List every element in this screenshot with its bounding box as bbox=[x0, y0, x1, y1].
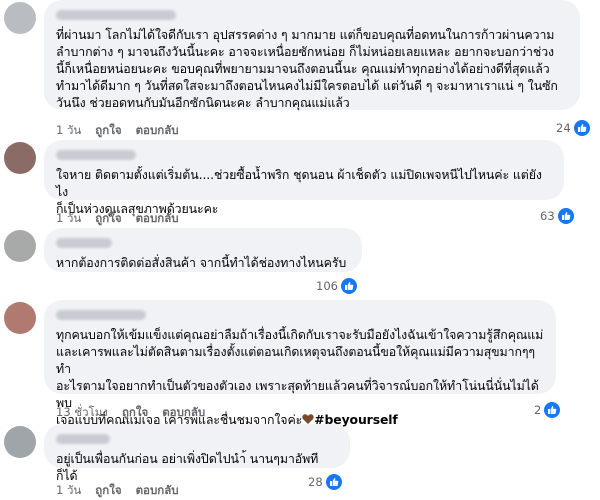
comment-bubble: ทุกคนบอกให้เข้มแข็งแต่คุณอย่าลืมถ้าเรื่อ… bbox=[44, 300, 556, 427]
reaction-count[interactable]: 106 bbox=[316, 278, 357, 294]
comment-text: หากต้องการติดต่อสั่งสินค้า จากนี้ทำได้ช่… bbox=[56, 255, 347, 270]
comment-actions: 1 วัน ถูกใจ ตอบกลับ bbox=[56, 482, 179, 500]
avatar[interactable] bbox=[4, 426, 36, 458]
reaction-count-label: 28 bbox=[308, 475, 323, 489]
avatar[interactable] bbox=[4, 2, 36, 34]
timestamp[interactable]: 13 ชั่วโมง bbox=[56, 404, 108, 422]
author-name-blurred[interactable] bbox=[56, 150, 136, 160]
like-thumb-icon bbox=[544, 402, 561, 418]
reaction-count[interactable]: 24 bbox=[556, 120, 590, 136]
comment-text: อยู่เป็นเพื่อนกันก่อน อย่าเพิ่งปิดไปนำ้ … bbox=[56, 451, 319, 483]
like-button[interactable]: ถูกใจ bbox=[122, 404, 148, 422]
timestamp[interactable]: 1 วัน bbox=[56, 482, 81, 500]
author-name-blurred[interactable] bbox=[56, 238, 112, 248]
author-name-blurred[interactable] bbox=[56, 310, 146, 320]
reaction-count-label: 63 bbox=[540, 209, 555, 223]
timestamp[interactable]: 1 วัน bbox=[56, 122, 81, 140]
like-thumb-icon bbox=[557, 208, 574, 224]
avatar[interactable] bbox=[4, 302, 36, 334]
like-button[interactable]: ถูกใจ bbox=[95, 122, 121, 140]
like-button[interactable]: ถูกใจ bbox=[95, 482, 121, 500]
like-button[interactable]: ถูกใจ bbox=[95, 210, 121, 228]
timestamp[interactable]: 1 วัน bbox=[56, 210, 81, 228]
comment-actions: 13 ชั่วโมง ถูกใจ ตอบกลับ bbox=[56, 404, 205, 422]
reply-button[interactable]: ตอบกลับ bbox=[136, 122, 179, 140]
author-name-blurred[interactable] bbox=[56, 434, 110, 444]
reaction-count-label: 2 bbox=[534, 403, 542, 417]
reply-button[interactable]: ตอบกลับ bbox=[136, 482, 179, 500]
author-name-blurred[interactable] bbox=[56, 10, 176, 20]
comment-bubble: หากต้องการติดต่อสั่งสินค้า จากนี้ทำได้ช่… bbox=[44, 228, 362, 272]
like-thumb-icon bbox=[325, 474, 342, 490]
like-thumb-icon bbox=[340, 278, 357, 294]
reaction-count[interactable]: 63 bbox=[540, 208, 574, 224]
like-thumb-icon bbox=[573, 120, 590, 136]
comment-bubble: อยู่เป็นเพื่อนกันก่อน อย่าเพิ่งปิดไปนำ้ … bbox=[44, 424, 350, 483]
comment-bubble: ใจหาย ติดตามตั้งแต่เริ่มต้น....ช่วยซื้อน… bbox=[44, 140, 564, 216]
reaction-count[interactable]: 2 bbox=[534, 402, 561, 418]
comment-text: ที่ผ่านมา โลกไม่ได้ใจดีกับเรา อุปสรรคต่า… bbox=[56, 27, 558, 110]
reaction-count[interactable]: 28 bbox=[308, 474, 342, 490]
reaction-count-label: 106 bbox=[316, 279, 338, 293]
comment-bubble: ที่ผ่านมา โลกไม่ได้ใจดีกับเรา อุปสรรคต่า… bbox=[44, 0, 580, 110]
avatar[interactable] bbox=[4, 142, 36, 174]
reaction-count-label: 24 bbox=[556, 121, 571, 135]
comment-actions: 1 วัน ถูกใจ ตอบกลับ bbox=[56, 122, 179, 140]
reply-button[interactable]: ตอบกลับ bbox=[136, 210, 179, 228]
reply-button[interactable]: ตอบกลับ bbox=[162, 404, 205, 422]
comment-actions: 1 วัน ถูกใจ ตอบกลับ bbox=[56, 210, 179, 228]
avatar[interactable] bbox=[4, 230, 36, 262]
